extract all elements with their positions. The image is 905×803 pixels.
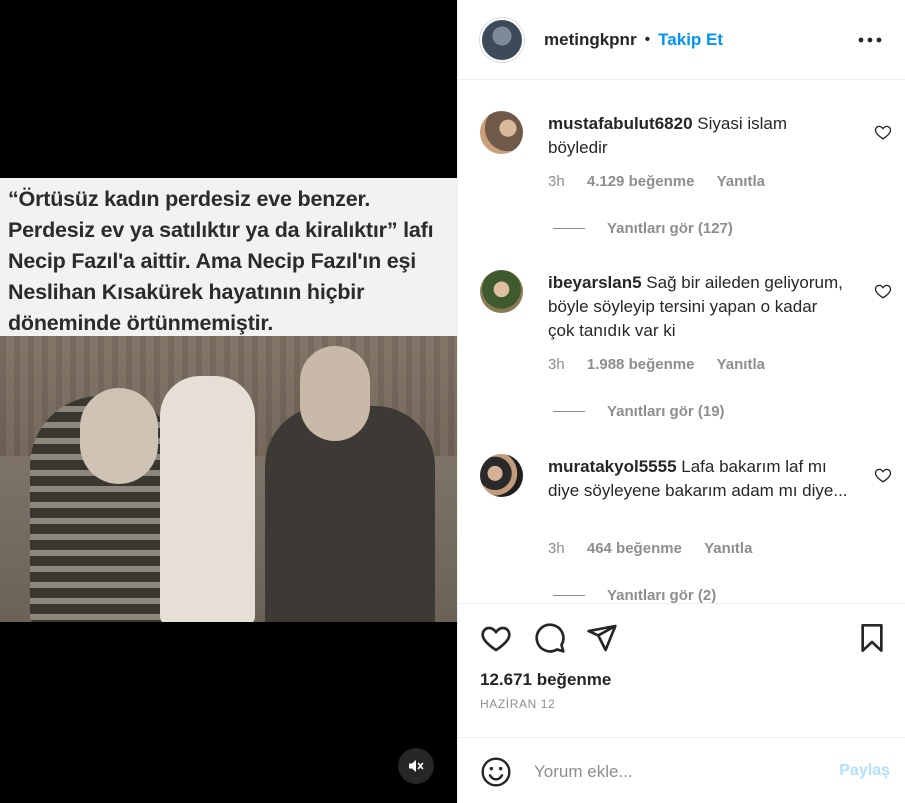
post-header: metingkpnr • Takip Et (458, 0, 905, 80)
media-text-line: Necip Fazıl'a aittir. Ama Necip Fazıl'ın… (8, 249, 417, 273)
media-photo (0, 336, 457, 622)
comment-time[interactable]: 3h (548, 173, 565, 190)
follow-button[interactable]: Takip Et (658, 30, 723, 50)
like-comment-heart-icon[interactable] (874, 466, 892, 484)
comment-text-block: mustafabulut6820 Siyasi islam böyledir (548, 112, 848, 160)
reply-button[interactable]: Yanıtla (717, 173, 765, 190)
view-replies-button[interactable]: Yanıtları gör (2) (553, 587, 716, 603)
reply-button[interactable]: Yanıtla (717, 356, 765, 373)
comment-meta: 3h 464 beğenme Yanıtla (548, 540, 770, 557)
media-text-line: Neslihan Kısakürek hayatının hiçbir (8, 280, 365, 304)
post-media[interactable]: “Örtüsüz kadın perdesiz eve benzer. Perd… (0, 0, 457, 803)
replies-divider (553, 595, 585, 596)
comment-likes-count[interactable]: 1.988 beğenme (587, 356, 695, 373)
media-text-line: Perdesiz ev ya satılıktır ya da kiralıkt… (8, 218, 434, 242)
post-sidebar: metingkpnr • Takip Et mustafabulut6820 S… (457, 0, 905, 803)
comment-bubble-icon[interactable] (534, 622, 566, 654)
commenter-avatar[interactable] (480, 454, 523, 497)
view-replies-button[interactable]: Yanıtları gör (127) (553, 220, 733, 237)
reply-button[interactable]: Yanıtla (704, 540, 752, 557)
photo-figure-woman-head (300, 346, 370, 441)
like-comment-heart-icon[interactable] (874, 123, 892, 141)
comment-likes-count[interactable]: 464 beğenme (587, 540, 682, 557)
comment-meta: 3h 1.988 beğenme Yanıtla (548, 356, 783, 373)
like-comment-heart-icon[interactable] (874, 282, 892, 300)
commenter-username[interactable]: mustafabulut6820 (548, 114, 693, 133)
view-replies-label: Yanıtları gör (2) (607, 587, 717, 603)
mute-button[interactable] (398, 748, 434, 784)
comment-composer: Paylaş (458, 737, 905, 803)
post-likes-count[interactable]: 12.671 beğenme (480, 670, 611, 690)
save-bookmark-icon[interactable] (856, 622, 888, 654)
commenter-username[interactable]: ibeyarslan5 (548, 273, 642, 292)
speaker-muted-icon (409, 760, 424, 772)
post-date[interactable]: HAZİRAN 12 (480, 697, 555, 711)
share-paper-plane-icon[interactable] (586, 622, 618, 654)
comment-time[interactable]: 3h (548, 540, 565, 557)
replies-divider (553, 411, 585, 412)
view-replies-label: Yanıtları gör (19) (607, 403, 725, 420)
author-avatar[interactable] (480, 17, 524, 62)
media-text-line: “Örtüsüz kadın perdesiz eve benzer. (8, 187, 371, 211)
comment-meta: 3h 4.129 beğenme Yanıtla (548, 173, 783, 190)
separator-dot: • (644, 30, 651, 48)
comments-list[interactable]: mustafabulut6820 Siyasi islam böyledir 3… (458, 80, 905, 603)
author-username[interactable]: metingkpnr (544, 30, 637, 50)
post-actions: 12.671 beğenme HAZİRAN 12 (458, 603, 905, 737)
photo-figure-man-head (80, 388, 158, 484)
comment-time[interactable]: 3h (548, 356, 565, 373)
more-horizontal-icon (858, 37, 882, 43)
comment-likes-count[interactable]: 4.129 beğenme (587, 173, 695, 190)
commenter-username[interactable]: muratakyol5555 (548, 457, 677, 476)
media-text-line: döneminde örtünmemiştir. (8, 311, 274, 335)
comment-input[interactable] (534, 758, 814, 786)
media-text-overlay: “Örtüsüz kadın perdesiz eve benzer. Perd… (0, 178, 457, 336)
replies-divider (553, 228, 585, 229)
like-heart-icon[interactable] (480, 622, 512, 654)
emoji-smiley-icon[interactable] (480, 756, 512, 788)
comment-text-block: ibeyarslan5 Sağ bir aileden geliyorum, b… (548, 271, 848, 343)
photo-figure-woman (265, 406, 435, 622)
post-comment-button[interactable]: Paylaş (839, 762, 890, 780)
comment-text-block: muratakyol5555 Lafa bakarım laf mı diye … (548, 455, 848, 503)
commenter-avatar[interactable] (480, 111, 523, 154)
photo-figure-child (160, 376, 255, 622)
commenter-avatar[interactable] (480, 270, 523, 313)
more-options-button[interactable] (856, 26, 884, 54)
view-replies-button[interactable]: Yanıtları gör (19) (553, 403, 725, 420)
view-replies-label: Yanıtları gör (127) (607, 220, 733, 237)
